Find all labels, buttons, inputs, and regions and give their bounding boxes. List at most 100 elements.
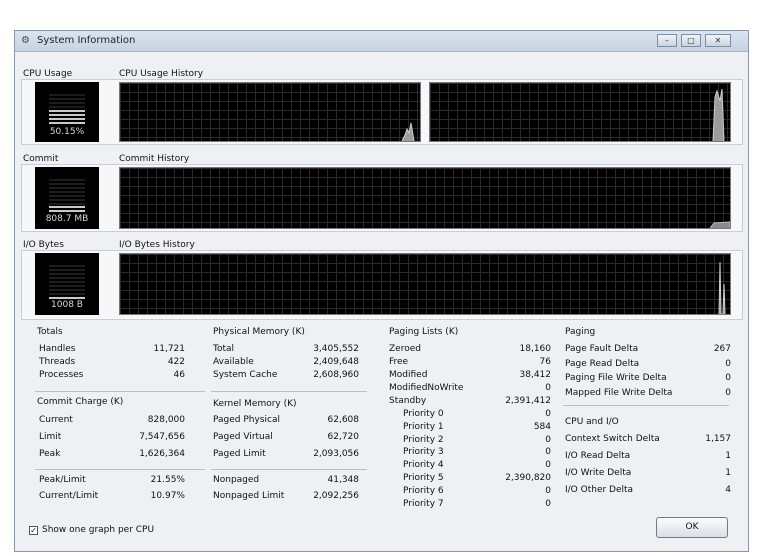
stat-value: 0 xyxy=(545,498,551,509)
stat-label: ModifiedNoWrite xyxy=(389,383,464,393)
stat-label: Current/Limit xyxy=(39,491,99,501)
stat-label: Modified xyxy=(389,370,428,380)
show-one-graph-checkbox[interactable]: ✓ xyxy=(29,526,38,535)
stat-value: 0 xyxy=(725,358,731,369)
stat-label: Available xyxy=(213,357,254,367)
stat-label: Priority 6 xyxy=(403,485,444,496)
cpu-io-title: CPU and I/O xyxy=(565,417,619,427)
cpu-usage-value: 50.15% xyxy=(49,127,85,137)
stat-label: Nonpaged Limit xyxy=(213,491,285,501)
stat-label: Priority 1 xyxy=(403,421,444,432)
stat-label: Page Read Delta xyxy=(565,358,640,369)
physical-memory-title: Physical Memory (K) xyxy=(213,327,305,337)
stat-label: Current xyxy=(39,415,73,425)
stat-label: Peak xyxy=(39,449,61,459)
stat-value: 1 xyxy=(725,451,731,461)
stat-value: 1,157 xyxy=(705,434,731,444)
cpu-usage-meter: 50.15% xyxy=(35,82,99,142)
close-button[interactable]: ✕ xyxy=(705,34,731,47)
stat-label: Limit xyxy=(39,432,62,442)
stat-label: Page Fault Delta xyxy=(565,344,639,354)
stat-value: 1 xyxy=(725,468,731,478)
commit-fill xyxy=(49,206,85,213)
stat-label: System Cache xyxy=(213,370,278,380)
totals-title: Totals xyxy=(37,327,63,337)
stat-value: 10.97% xyxy=(150,491,185,501)
stat-label: Standby xyxy=(389,396,427,406)
checkmark-icon: ✓ xyxy=(30,526,37,535)
stat-label: Paging File Write Delta xyxy=(565,373,667,383)
stat-label: Paged Limit xyxy=(213,449,266,459)
stat-label: Priority 2 xyxy=(403,434,444,445)
stat-value: 11,721 xyxy=(153,344,186,354)
title-bar[interactable]: ⚙ System Information – □ ✕ xyxy=(15,31,748,52)
stat-value: 1,626,364 xyxy=(139,449,185,459)
stat-value: 21.55% xyxy=(150,475,185,485)
stat-value: 0 xyxy=(545,460,551,471)
kernel-memory-title: Kernel Memory (K) xyxy=(213,399,297,409)
stat-label: Processes xyxy=(39,370,84,380)
stat-label: I/O Write Delta xyxy=(565,468,632,478)
stat-value: 41,348 xyxy=(327,475,360,485)
cpu-usage-fill xyxy=(49,110,85,126)
stat-value: 2,409,648 xyxy=(313,357,359,367)
paging-lists-title: Paging Lists (K) xyxy=(389,327,459,337)
stat-label: Paged Physical xyxy=(213,415,280,425)
paging-title: Paging xyxy=(565,327,596,337)
stat-value: 46 xyxy=(173,370,185,380)
cpu-history-graph-0 xyxy=(119,82,421,142)
stat-value: 0 xyxy=(545,485,551,496)
io-bytes-value: 1008 B xyxy=(51,300,83,310)
stat-value: 7,547,656 xyxy=(139,432,185,442)
commit-charge-title: Commit Charge (K) xyxy=(37,397,124,407)
stat-label: Context Switch Delta xyxy=(565,434,660,444)
stat-value: 2,092,256 xyxy=(313,491,359,501)
stat-value: 0 xyxy=(545,409,551,419)
commit-history-graph xyxy=(119,167,731,229)
stat-label: Priority 5 xyxy=(403,473,444,483)
stat-label: Free xyxy=(389,357,409,367)
cpu-history-graph-1 xyxy=(429,82,731,142)
stat-label: Priority 3 xyxy=(403,447,444,458)
stat-value: 828,000 xyxy=(147,415,185,425)
stat-label: Priority 7 xyxy=(403,498,444,509)
cpu-history-label: CPU Usage History xyxy=(119,69,204,79)
stat-value: 0 xyxy=(545,434,551,445)
stat-label: Priority 0 xyxy=(403,409,444,419)
io-bytes-meter: 1008 B xyxy=(35,253,99,315)
stat-value: 584 xyxy=(533,421,551,432)
stat-value: 62,720 xyxy=(327,432,360,442)
io-history-graph xyxy=(119,253,731,315)
stat-label: I/O Read Delta xyxy=(565,451,631,461)
maximize-button[interactable]: □ xyxy=(681,34,701,47)
stat-value: 2,093,056 xyxy=(313,449,359,459)
system-information-window: ⚙ System Information – □ ✕ CPU Usage CPU… xyxy=(14,30,749,552)
app-icon: ⚙ xyxy=(21,35,30,46)
stat-value: 0 xyxy=(725,373,731,383)
show-one-graph-label[interactable]: Show one graph per CPU xyxy=(42,525,154,535)
stat-label: Mapped File Write Delta xyxy=(565,387,673,398)
stat-value: 2,390,820 xyxy=(505,473,551,483)
window-title: System Information xyxy=(37,35,136,46)
commit-label: Commit xyxy=(23,154,59,164)
commit-value: 808.7 MB xyxy=(45,214,89,224)
stat-value: 62,608 xyxy=(327,415,360,425)
stat-label: Threads xyxy=(39,357,76,367)
stat-value: 3,405,552 xyxy=(313,344,359,354)
stat-value: 267 xyxy=(713,344,731,354)
io-bytes-fill xyxy=(49,297,85,299)
stat-label: I/O Other Delta xyxy=(565,485,634,495)
commit-history-label: Commit History xyxy=(119,154,190,164)
stat-value: 0 xyxy=(545,383,551,393)
stat-label: Priority 4 xyxy=(403,460,444,471)
stat-value: 4 xyxy=(725,485,731,495)
stat-value: 0 xyxy=(545,447,551,458)
stat-value: 0 xyxy=(725,387,731,398)
stat-label: Handles xyxy=(39,344,76,354)
stat-label: Zeroed xyxy=(389,344,421,354)
ok-button[interactable]: OK xyxy=(656,517,728,538)
io-history-label: I/O Bytes History xyxy=(119,240,195,250)
io-bytes-label: I/O Bytes xyxy=(23,240,64,250)
stat-label: Total xyxy=(213,344,235,354)
minimize-button[interactable]: – xyxy=(657,34,677,47)
